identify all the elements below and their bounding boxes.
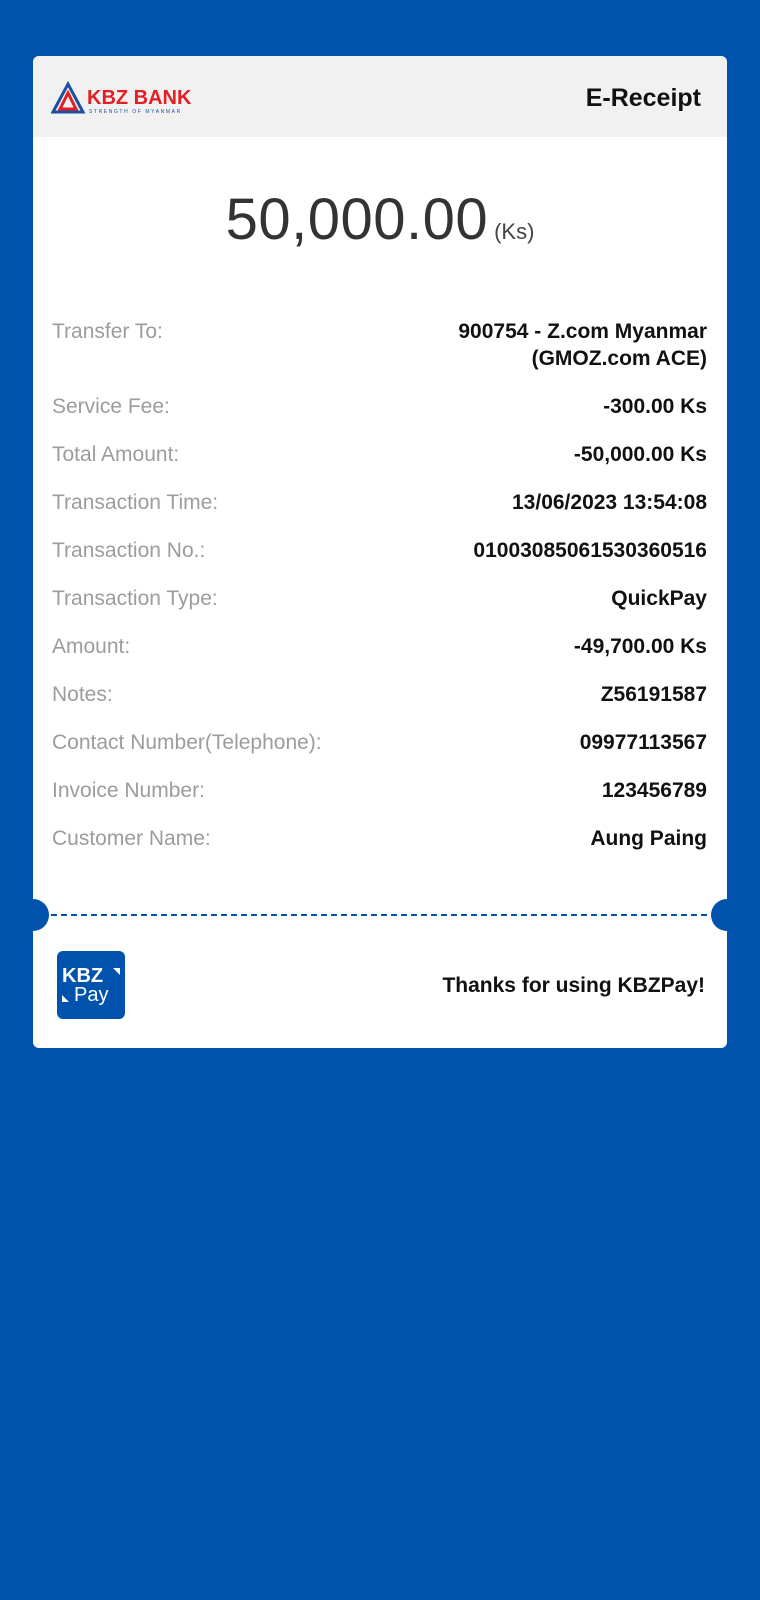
notes-value: Z56191587 xyxy=(600,683,707,706)
kbz-bank-logo: KBZ BANK STRENGTH OF MYANMAR xyxy=(51,80,221,116)
contact-number-label: Contact Number(Telephone): xyxy=(52,731,322,754)
transfer-to-value-line2: (GMOZ.com ACE) xyxy=(531,347,707,370)
row-transaction-no: Transaction No.: 01003085061530360516 xyxy=(52,537,707,564)
total-amount-value: -50,000.00 Ks xyxy=(573,443,707,466)
row-total-amount: Total Amount: -50,000.00 Ks xyxy=(52,441,707,468)
invoice-number-label: Invoice Number: xyxy=(52,779,205,802)
invoice-number-value: 123456789 xyxy=(601,779,707,802)
notes-label: Notes: xyxy=(52,683,113,706)
ticket-notch-left xyxy=(33,899,49,931)
amount-value: 50,000.00 xyxy=(225,187,489,252)
contact-number-value: 09977113567 xyxy=(579,731,707,754)
row-contact-number: Contact Number(Telephone): 09977113567 xyxy=(52,729,707,756)
transaction-time-value: 13/06/2023 13:54:08 xyxy=(512,491,707,514)
amount-row-value: -49,700.00 Ks xyxy=(573,635,707,658)
row-transaction-type: Transaction Type: QuickPay xyxy=(52,585,707,612)
row-notes: Notes: Z56191587 xyxy=(52,681,707,708)
service-fee-label: Service Fee: xyxy=(52,395,170,418)
receipt-header: KBZ BANK STRENGTH OF MYANMAR E-Receipt xyxy=(33,56,727,137)
thanks-message: Thanks for using KBZPay! xyxy=(442,974,705,997)
page-title: E-Receipt xyxy=(585,84,701,112)
row-customer-name: Customer Name: Aung Paing xyxy=(52,825,707,852)
transaction-no-label: Transaction No.: xyxy=(52,539,206,562)
brand-name: KBZ BANK xyxy=(87,87,192,109)
customer-name-label: Customer Name: xyxy=(52,827,211,850)
transaction-time-label: Transaction Time: xyxy=(52,491,219,514)
transaction-type-value: QuickPay xyxy=(611,587,707,610)
total-amount-label: Total Amount: xyxy=(52,443,180,466)
receipt-card: KBZ BANK STRENGTH OF MYANMAR E-Receipt 5… xyxy=(33,56,727,1048)
row-transfer-to: Transfer To: 900754 - Z.com Myanmar (GMO… xyxy=(52,318,707,372)
amount-label: Amount: xyxy=(52,635,131,658)
receipt-amount: 50,000.00 (Ks) xyxy=(33,186,727,253)
row-invoice-number: Invoice Number: 123456789 xyxy=(52,777,707,804)
row-service-fee: Service Fee: -300.00 Ks xyxy=(52,393,707,420)
transfer-to-label: Transfer To: xyxy=(52,320,163,343)
transaction-no-value: 01003085061530360516 xyxy=(473,539,707,562)
transfer-to-value: 900754 - Z.com Myanmar (GMOZ.com ACE) xyxy=(458,318,707,372)
dashed-divider xyxy=(51,914,707,916)
row-amount: Amount: -49,700.00 Ks xyxy=(52,633,707,660)
brand-tagline: STRENGTH OF MYANMAR xyxy=(89,109,182,115)
row-transaction-time: Transaction Time: 13/06/2023 13:54:08 xyxy=(52,489,707,516)
ticket-notch-right xyxy=(711,899,727,931)
amount-unit: (Ks) xyxy=(494,219,535,244)
service-fee-value: -300.00 Ks xyxy=(603,395,707,418)
transaction-type-label: Transaction Type: xyxy=(52,587,218,610)
receipt-details: Transfer To: 900754 - Z.com Myanmar (GMO… xyxy=(52,318,707,873)
transfer-to-value-line1: 900754 - Z.com Myanmar xyxy=(458,320,707,343)
customer-name-value: Aung Paing xyxy=(590,827,707,850)
kbzpay-logo: KBZ Pay xyxy=(57,951,125,1019)
kbzpay-logo-bottom: Pay xyxy=(74,984,108,1006)
